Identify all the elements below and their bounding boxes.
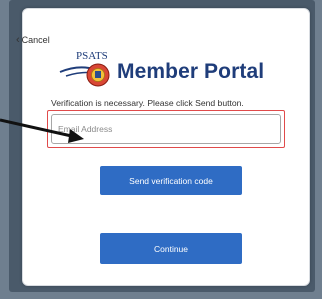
logo-text: PSATS (76, 50, 108, 62)
cancel-link[interactable]: ‹ Cancel (16, 33, 50, 46)
continue-button[interactable]: Continue (100, 233, 242, 264)
portal-title: Member Portal (117, 60, 265, 83)
email-address-input[interactable] (51, 114, 281, 144)
email-highlight-box (47, 110, 285, 148)
psats-logo: PSATS (59, 50, 110, 87)
verification-message: Verification is necessary. Please click … (51, 98, 244, 108)
send-verification-code-button[interactable]: Send verification code (100, 166, 242, 195)
chevron-left-icon: ‹ (16, 33, 20, 46)
cancel-label: Cancel (21, 35, 50, 45)
